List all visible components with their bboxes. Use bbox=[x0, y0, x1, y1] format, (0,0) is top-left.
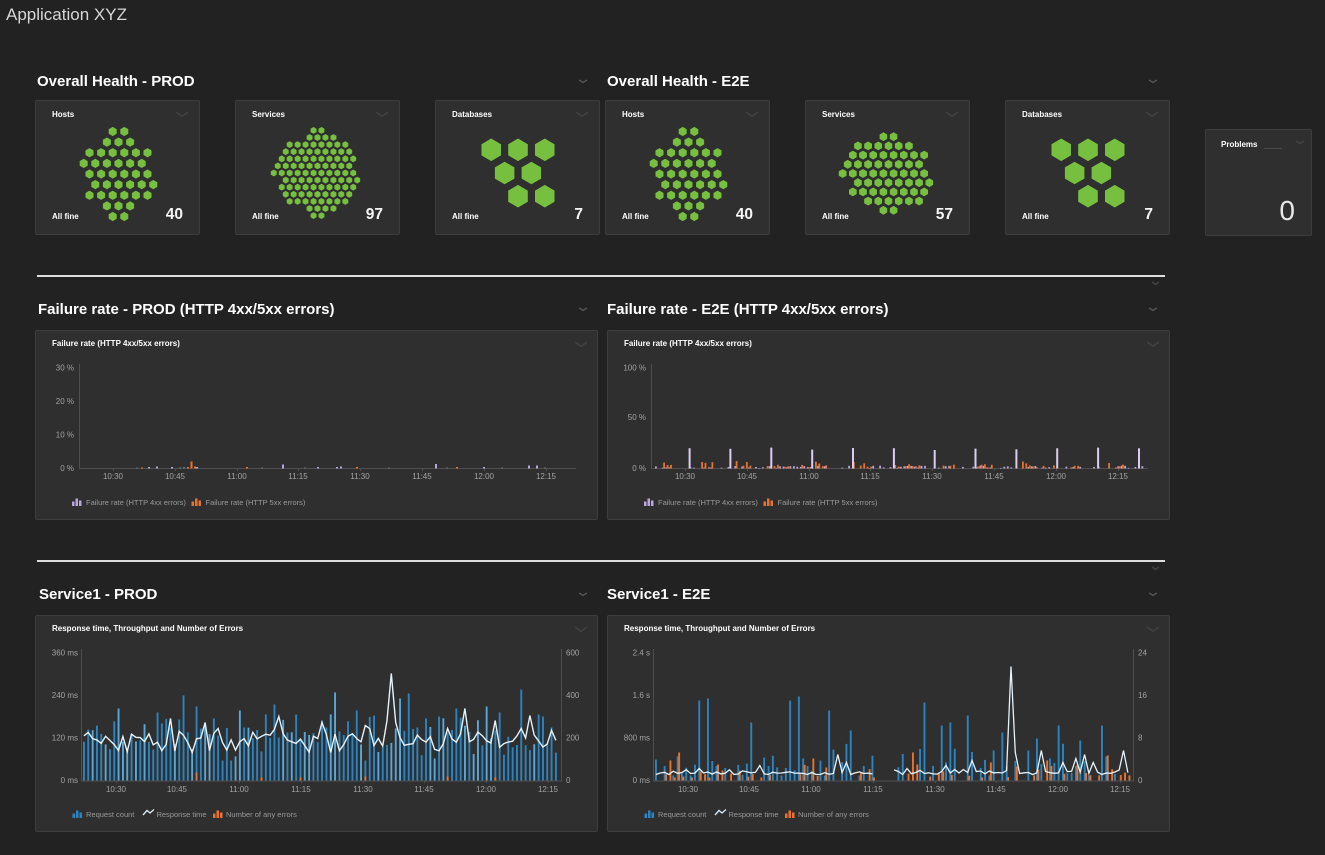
svg-text:11:15: 11:15 bbox=[863, 785, 883, 794]
svg-text:100 %: 100 % bbox=[623, 364, 646, 373]
svg-text:12:15: 12:15 bbox=[1108, 472, 1129, 481]
svg-text:0 %: 0 % bbox=[60, 464, 74, 473]
svg-text:11:45: 11:45 bbox=[984, 472, 1004, 481]
svg-text:0: 0 bbox=[1138, 776, 1143, 785]
svg-text:Response time: Response time bbox=[729, 810, 779, 819]
svg-text:12:15: 12:15 bbox=[536, 472, 557, 481]
svg-text:0 ms: 0 ms bbox=[61, 776, 78, 785]
svg-text:12:00: 12:00 bbox=[1048, 785, 1069, 794]
svg-text:11:30: 11:30 bbox=[925, 785, 945, 794]
svg-text:11:30: 11:30 bbox=[353, 785, 373, 794]
svg-text:11:30: 11:30 bbox=[350, 472, 370, 481]
svg-text:0 ms: 0 ms bbox=[633, 776, 650, 785]
svg-text:10:30: 10:30 bbox=[675, 472, 696, 481]
svg-text:360 ms: 360 ms bbox=[52, 649, 78, 658]
svg-text:Failure rate (HTTP 5xx errors): Failure rate (HTTP 5xx errors) bbox=[206, 498, 306, 507]
svg-text:12:15: 12:15 bbox=[1110, 785, 1131, 794]
svg-text:11:00: 11:00 bbox=[801, 785, 821, 794]
svg-text:Request count: Request count bbox=[658, 810, 707, 819]
svg-text:10:45: 10:45 bbox=[165, 472, 186, 481]
svg-text:11:45: 11:45 bbox=[986, 785, 1006, 794]
svg-text:24: 24 bbox=[1138, 649, 1147, 658]
svg-text:11:15: 11:15 bbox=[291, 785, 311, 794]
svg-text:16: 16 bbox=[1138, 691, 1147, 700]
svg-text:30 %: 30 % bbox=[56, 364, 74, 373]
svg-text:8: 8 bbox=[1138, 734, 1143, 743]
svg-text:2.4 s: 2.4 s bbox=[633, 649, 650, 658]
svg-text:0: 0 bbox=[566, 776, 571, 785]
svg-text:20 %: 20 % bbox=[56, 397, 74, 406]
svg-text:400: 400 bbox=[566, 691, 580, 700]
svg-text:1.6 s: 1.6 s bbox=[633, 691, 650, 700]
svg-text:11:00: 11:00 bbox=[227, 472, 247, 481]
svg-text:Number of any errors: Number of any errors bbox=[226, 810, 297, 819]
svg-text:Failure rate (HTTP 4xx errors): Failure rate (HTTP 4xx errors) bbox=[86, 498, 186, 507]
svg-text:12:00: 12:00 bbox=[474, 472, 495, 481]
svg-text:10 %: 10 % bbox=[56, 431, 74, 440]
svg-text:Request count: Request count bbox=[86, 810, 135, 819]
svg-text:50 %: 50 % bbox=[628, 413, 646, 422]
svg-text:11:15: 11:15 bbox=[860, 472, 880, 481]
svg-text:11:00: 11:00 bbox=[799, 472, 819, 481]
svg-text:12:15: 12:15 bbox=[538, 785, 559, 794]
svg-text:12:00: 12:00 bbox=[1046, 472, 1067, 481]
svg-text:Failure rate (HTTP 4xx errors): Failure rate (HTTP 4xx errors) bbox=[658, 498, 758, 507]
svg-text:11:45: 11:45 bbox=[414, 785, 434, 794]
svg-text:11:15: 11:15 bbox=[288, 472, 308, 481]
svg-text:Response time: Response time bbox=[157, 810, 207, 819]
svg-text:11:45: 11:45 bbox=[412, 472, 432, 481]
svg-text:200: 200 bbox=[566, 734, 580, 743]
svg-text:11:30: 11:30 bbox=[922, 472, 942, 481]
svg-text:10:30: 10:30 bbox=[106, 785, 127, 794]
svg-text:240 ms: 240 ms bbox=[52, 691, 78, 700]
svg-text:11:00: 11:00 bbox=[229, 785, 249, 794]
svg-text:800 ms: 800 ms bbox=[624, 734, 650, 743]
svg-text:120 ms: 120 ms bbox=[52, 734, 78, 743]
svg-text:12:00: 12:00 bbox=[476, 785, 497, 794]
svg-text:10:30: 10:30 bbox=[678, 785, 699, 794]
svg-text:600: 600 bbox=[566, 649, 580, 658]
svg-text:Number of any errors: Number of any errors bbox=[798, 810, 869, 819]
svg-text:10:30: 10:30 bbox=[103, 472, 124, 481]
svg-text:10:45: 10:45 bbox=[739, 785, 760, 794]
svg-text:10:45: 10:45 bbox=[167, 785, 188, 794]
svg-text:10:45: 10:45 bbox=[737, 472, 758, 481]
svg-text:Failure rate (HTTP 5xx errors): Failure rate (HTTP 5xx errors) bbox=[778, 498, 878, 507]
svg-text:0 %: 0 % bbox=[632, 464, 646, 473]
